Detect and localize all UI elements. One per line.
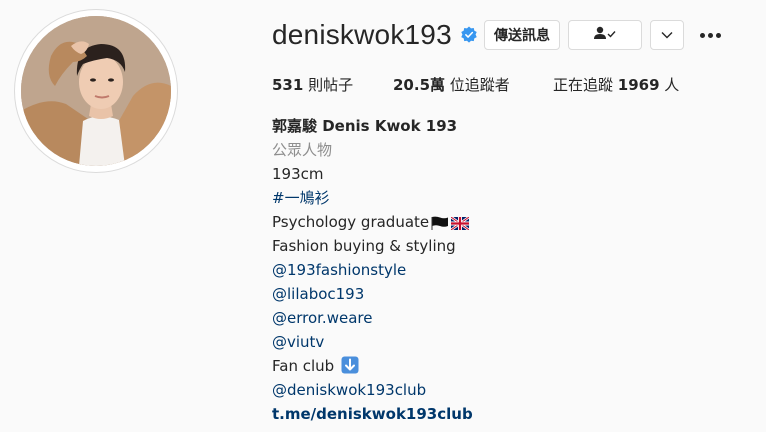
bio-fan-club: Fan club <box>272 354 752 378</box>
full-name: 郭嘉駿 Denis Kwok 193 <box>272 117 458 135</box>
bio-height: 193cm <box>272 165 324 183</box>
followers-label: 位追蹤者 <box>445 76 510 94</box>
message-button[interactable]: 傳送訊息 <box>484 20 560 50</box>
mention-link[interactable]: @error.weare <box>272 306 752 330</box>
chevron-down-icon <box>661 27 673 43</box>
username: deniskwok193 <box>272 19 452 50</box>
mention-link[interactable]: @deniskwok193club <box>272 378 752 402</box>
profile-bio: 郭嘉駿 Denis Kwok 193 公眾人物 193cm #一鳩衫 Psych… <box>272 114 752 426</box>
bio-education-text: Psychology graduate <box>272 213 430 231</box>
following-count: 1969 <box>617 76 660 94</box>
bio-hashtag-link[interactable]: #一鳩衫 <box>272 186 752 210</box>
following-stat[interactable]: 正在追蹤 1969 人 <box>553 74 679 95</box>
posts-count: 531 <box>272 76 304 94</box>
following-button[interactable] <box>568 20 642 50</box>
mention-link[interactable]: @viutv <box>272 330 752 354</box>
more-horizontal-icon[interactable] <box>697 24 723 46</box>
avatar-photo <box>21 16 171 166</box>
suggestions-dropdown-button[interactable] <box>650 20 684 50</box>
bio-profession: Fashion buying & styling <box>272 237 456 255</box>
fan-club-text: Fan club <box>272 357 335 375</box>
category-label: 公眾人物 <box>272 141 333 159</box>
posts-label: 則帖子 <box>303 76 354 94</box>
followers-stat[interactable]: 20.5萬 位追蹤者 <box>393 74 510 95</box>
website-link[interactable]: t.me/deniskwok193club <box>272 402 752 426</box>
profile-avatar[interactable] <box>14 9 178 173</box>
followers-count: 20.5萬 <box>393 76 446 94</box>
following-suffix: 人 <box>659 76 680 94</box>
posts-stat[interactable]: 531 則帖子 <box>272 74 353 95</box>
following-prefix: 正在追蹤 <box>553 76 618 94</box>
bio-education: Psychology graduate <box>272 210 752 234</box>
mention-link[interactable]: @lilaboc193 <box>272 282 752 306</box>
verified-badge-icon <box>460 26 478 44</box>
person-check-icon <box>593 26 617 44</box>
profile-header: deniskwok193 <box>272 18 478 52</box>
mention-link[interactable]: @193fashionstyle <box>272 258 752 282</box>
